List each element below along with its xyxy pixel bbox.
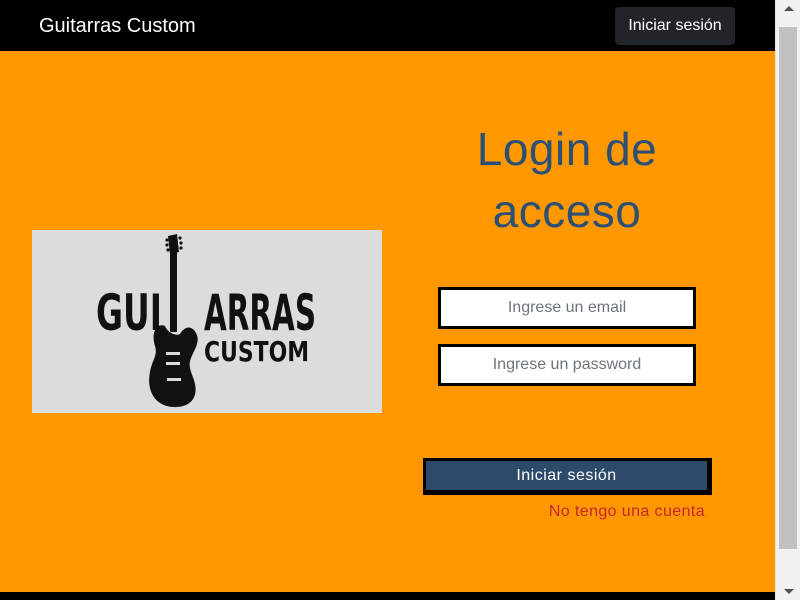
login-title: Login de acceso bbox=[417, 118, 717, 242]
logo-text-gui: GUI bbox=[96, 284, 162, 342]
brand-logo: GUI ARRAS CUSTOM bbox=[32, 230, 382, 413]
register-link[interactable]: No tengo una cuenta bbox=[500, 503, 705, 521]
scrollbar-thumb[interactable] bbox=[779, 27, 797, 549]
footer-bar bbox=[0, 592, 775, 600]
logo-text-custom: CUSTOM bbox=[204, 335, 309, 368]
nav-login-button[interactable]: Iniciar sesión bbox=[615, 7, 735, 45]
logo-text-arras: ARRAS bbox=[204, 284, 316, 342]
scroll-up-arrow-icon[interactable] bbox=[776, 0, 800, 17]
email-field[interactable] bbox=[438, 287, 696, 329]
login-title-line2: acceso bbox=[492, 185, 642, 237]
guitar-logo-image: GUI ARRAS CUSTOM bbox=[96, 234, 316, 408]
navbar: Guitarras Custom Iniciar sesión bbox=[0, 0, 775, 51]
scroll-down-arrow-icon[interactable] bbox=[776, 583, 800, 600]
login-submit-button[interactable]: Iniciar sesión bbox=[423, 458, 712, 495]
login-title-line1: Login de bbox=[476, 123, 658, 175]
brand-link[interactable]: Guitarras Custom bbox=[39, 14, 196, 38]
password-field[interactable] bbox=[438, 344, 696, 386]
page: Guitarras Custom Iniciar sesión GUI ARRA… bbox=[0, 0, 775, 600]
vertical-scrollbar[interactable] bbox=[775, 0, 800, 600]
